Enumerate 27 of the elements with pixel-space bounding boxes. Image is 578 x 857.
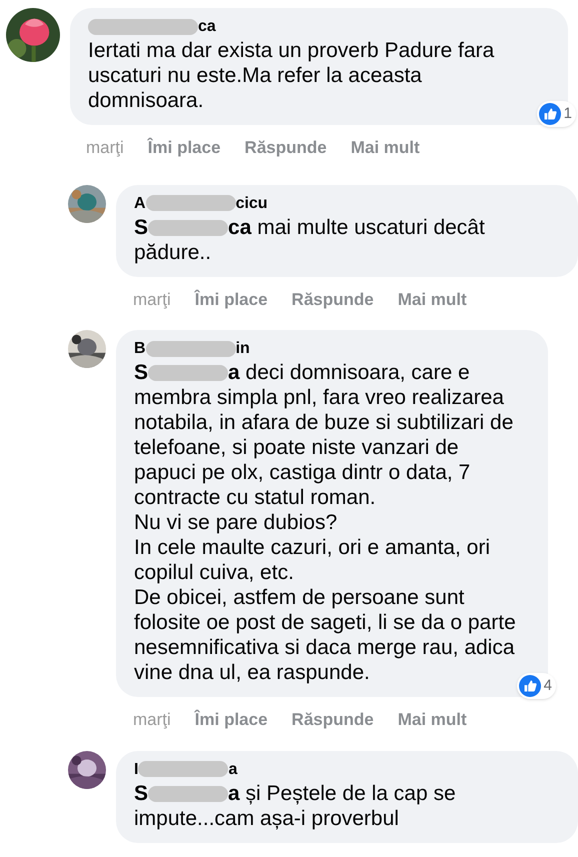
action-link[interactable]: Mai mult: [398, 286, 467, 312]
author-name[interactable]: A cicu: [134, 192, 560, 214]
author-name[interactable]: ca: [88, 16, 550, 38]
timestamp: marţi: [133, 288, 171, 311]
action-link[interactable]: Îmi place: [148, 135, 221, 160]
comment-text: In cele maulte cazuri, ori e amanta, ori copilul cuiva, etc.: [134, 535, 491, 585]
comment-text: S a și Peștele de la cap se impute...cam așa-i proverbul: [134, 780, 457, 830]
action-link[interactable]: Îmi place: [194, 707, 268, 732]
comment-text: Iertati ma dar exista un proverb Padure fara uscaturi nu este.Ma refer la aceasta domnisoara.: [88, 38, 496, 113]
comment-text: Nu vi se pare dubios?: [134, 510, 338, 535]
action-link[interactable]: Mai mult: [398, 707, 467, 732]
action-link[interactable]: Răspunde: [292, 286, 374, 312]
action-link[interactable]: Răspunde: [292, 707, 374, 732]
thumbs-up-icon: [518, 674, 541, 697]
reaction-count[interactable]: 4: [516, 672, 556, 699]
comment-text: De obicei, astfem de persoane sunt folosite oe post de sageti, li se da o parte nesemnificativa si daca merge rau, adica vine dna ul, ea raspunde.: [134, 585, 517, 685]
comment-text: S ca mai multe uscaturi decât pădure..: [134, 214, 486, 264]
author-name[interactable]: I a: [134, 758, 560, 780]
action-link[interactable]: Mai mult: [350, 135, 420, 160]
action-link[interactable]: Îmi place: [194, 286, 268, 312]
timestamp: marţi: [133, 709, 171, 731]
action-link[interactable]: Răspunde: [244, 135, 327, 160]
reaction-count[interactable]: 1: [536, 100, 576, 127]
thumbs-up-icon: [538, 102, 561, 125]
author-name[interactable]: B in: [134, 338, 530, 360]
timestamp: marţi: [86, 137, 124, 159]
comment-text: S a deci domnisoara, care e membra simpla pnl, fara vreo realizarea notabila, in afara de buze si subtilizari de telefoane, si poate niste vanzari de papuci pe olx, castiga dintr o data, 7 contracte cu statul roman.: [134, 360, 514, 510]
